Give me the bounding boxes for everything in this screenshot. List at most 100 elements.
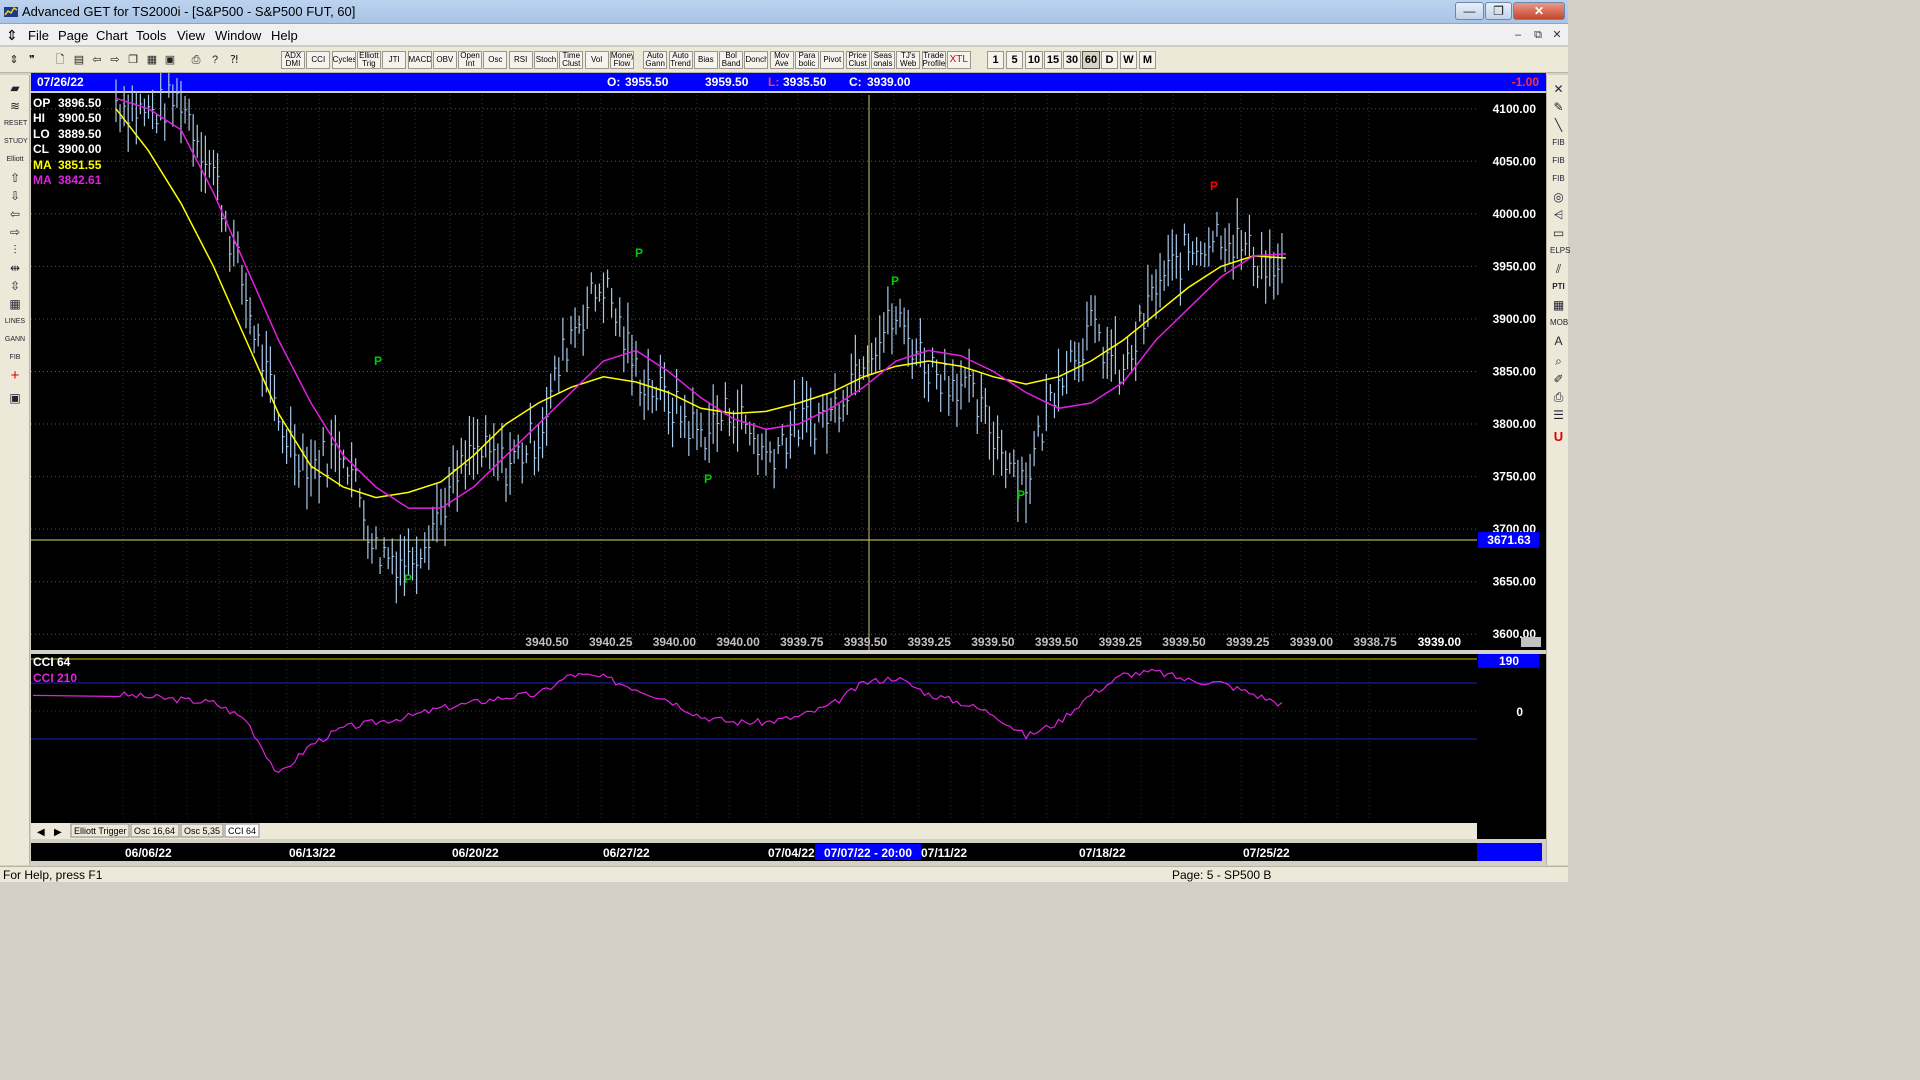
pti-icon[interactable]: PTI xyxy=(1550,279,1567,295)
folder-icon[interactable]: ▰ xyxy=(4,79,26,97)
period-button-1[interactable]: 1 xyxy=(987,51,1004,69)
tab-scroll-right[interactable]: ▶ xyxy=(54,827,62,838)
indicator-button-8[interactable]: Osc xyxy=(483,51,508,69)
reset-icon[interactable]: RESET xyxy=(4,115,27,133)
study-icon[interactable]: STUDY xyxy=(4,133,28,151)
indicator-button-16[interactable]: Bias xyxy=(693,51,718,69)
indicator-button-24[interactable]: TJ's Web xyxy=(896,51,921,69)
indicator-button-13[interactable]: Money Flow xyxy=(609,51,634,69)
period-button-5[interactable]: 5 xyxy=(1006,51,1023,69)
bars-icon[interactable]: ⫶ xyxy=(4,241,26,259)
wave-icon[interactable]: ≋ xyxy=(4,97,26,115)
indicator-button-9[interactable]: RSI xyxy=(508,51,533,69)
fan-icon[interactable]: ⩤ xyxy=(1550,207,1567,223)
indicator-button-19[interactable]: Mov Ave xyxy=(769,51,794,69)
forward-icon[interactable]: ⇨ xyxy=(107,52,123,68)
indicator-button-22[interactable]: Price Clust xyxy=(845,51,870,69)
crosshair-icon[interactable]: + xyxy=(4,367,26,385)
minimize-button[interactable]: — xyxy=(1455,2,1484,20)
elliott-icon[interactable]: Elliott xyxy=(4,151,26,169)
mdi-minimize-button[interactable]: – xyxy=(1510,28,1526,42)
period-button-60[interactable]: 60 xyxy=(1082,51,1100,69)
grid-icon[interactable]: ▦ xyxy=(144,52,160,68)
text-icon[interactable]: A xyxy=(1550,333,1567,349)
arrow-up-icon[interactable]: ⇧ xyxy=(4,169,26,187)
indicator-button-23[interactable]: Seas onals xyxy=(870,51,895,69)
paint-icon[interactable]: ✐ xyxy=(1550,371,1567,387)
indicator-button-11[interactable]: Time Clust xyxy=(559,51,584,69)
indicator-button-17[interactable]: Bol Band xyxy=(719,51,744,69)
mob-icon[interactable]: MOB xyxy=(1550,315,1568,331)
menu-page[interactable]: Page xyxy=(58,28,88,43)
context-help-icon[interactable]: ⁈ xyxy=(226,52,242,68)
indicator-button-14[interactable]: Auto Gann xyxy=(643,51,668,69)
back-icon[interactable]: ⇦ xyxy=(89,52,105,68)
maximize-button[interactable]: ❐ xyxy=(1485,2,1512,20)
fib-icon[interactable]: FIB xyxy=(4,349,26,367)
help-icon[interactable]: ? xyxy=(207,52,223,68)
indicator-button-0[interactable]: ADX DMI xyxy=(281,51,305,69)
list-icon[interactable]: ☰ xyxy=(1550,407,1567,423)
menu-help[interactable]: Help xyxy=(271,28,298,43)
chart-corner-icon[interactable] xyxy=(1521,637,1541,647)
indicator-button-26[interactable]: XTL xyxy=(946,51,971,69)
ellipse-icon[interactable]: ELPS xyxy=(1550,243,1570,259)
cursor-icon[interactable]: ⇕ xyxy=(6,52,22,68)
arrow-right-icon[interactable]: ⇨ xyxy=(4,223,26,241)
indicator-button-21[interactable]: Pivot xyxy=(820,51,845,69)
mdi-restore-button[interactable]: ⧉ xyxy=(1530,28,1546,42)
table-icon[interactable]: ▦ xyxy=(4,295,26,313)
indicator-button-7[interactable]: Open Int xyxy=(458,51,483,69)
close-button[interactable]: ✕ xyxy=(1513,2,1565,20)
fib-ret-icon[interactable]: FIB xyxy=(1550,135,1567,151)
menu-chart[interactable]: Chart xyxy=(96,28,128,43)
fib-ext-icon[interactable]: FIB xyxy=(1550,153,1567,169)
box-icon[interactable]: ▭ xyxy=(1550,225,1567,241)
period-button-30[interactable]: 30 xyxy=(1063,51,1081,69)
zoom-icon[interactable]: ⌕ xyxy=(1550,353,1567,369)
menu-view[interactable]: View xyxy=(177,28,205,43)
chart-area[interactable]: 07/26/22 O: 3955.50 3959.50 L: 3935.50 C… xyxy=(31,73,1546,865)
period-button-10[interactable]: 10 xyxy=(1025,51,1043,69)
menu-window[interactable]: Window xyxy=(215,28,261,43)
copy-icon[interactable]: ❐ xyxy=(125,52,141,68)
compress-icon[interactable]: ⇳ xyxy=(4,277,26,295)
layout-icon[interactable]: ▣ xyxy=(162,52,178,68)
tab-scroll-left[interactable]: ◀ xyxy=(37,827,45,838)
indicator-button-25[interactable]: Trade Profile xyxy=(921,51,946,69)
period-button-15[interactable]: 15 xyxy=(1044,51,1062,69)
fib-time-icon[interactable]: FIB xyxy=(1550,171,1567,187)
indicator-button-15[interactable]: Auto Trend xyxy=(668,51,693,69)
x-icon[interactable]: ✕ xyxy=(1550,81,1567,97)
open-icon[interactable]: ▤ xyxy=(71,52,87,68)
indicator-button-1[interactable]: CCI xyxy=(306,51,331,69)
menu-file[interactable]: File xyxy=(28,28,49,43)
mdi-close-button[interactable]: ✕ xyxy=(1549,28,1565,42)
indicator-button-12[interactable]: Vol xyxy=(584,51,609,69)
arrow-left-icon[interactable]: ⇦ xyxy=(4,205,26,223)
indicator-button-10[interactable]: Stoch xyxy=(534,51,558,69)
indicator-button-6[interactable]: OBV xyxy=(432,51,457,69)
new-page-icon[interactable]: 🗋 xyxy=(52,52,68,68)
menu-tools[interactable]: Tools xyxy=(136,28,166,43)
channel-icon[interactable]: ⫽ xyxy=(1550,261,1567,277)
indicator-button-5[interactable]: MACD xyxy=(407,51,432,69)
gann-icon[interactable]: GANN xyxy=(4,331,26,349)
magnet-icon[interactable]: U xyxy=(1550,429,1567,445)
line-icon[interactable]: ╲ xyxy=(1550,117,1567,133)
quote-icon[interactable]: ❞ xyxy=(24,52,40,68)
indicator-button-3[interactable]: Elliott Trig xyxy=(356,51,381,69)
pencil-icon[interactable]: ✎ xyxy=(1550,99,1567,115)
indicator-button-2[interactable]: Cycles xyxy=(331,51,356,69)
grid2-icon[interactable]: ▦ xyxy=(1550,297,1567,313)
print-icon[interactable]: ⎙ xyxy=(188,52,204,68)
period-button-M[interactable]: M xyxy=(1139,51,1156,69)
expand-icon[interactable]: ⇹ xyxy=(4,259,26,277)
indicator-button-20[interactable]: Para bolic xyxy=(795,51,819,69)
arrow-down-icon[interactable]: ⇩ xyxy=(4,187,26,205)
period-button-D[interactable]: D xyxy=(1101,51,1118,69)
lines-icon[interactable]: LINES xyxy=(4,313,26,331)
save-icon[interactable]: ▣ xyxy=(4,389,26,407)
print2-icon[interactable]: ⎙ xyxy=(1550,389,1567,405)
indicator-button-4[interactable]: JTI xyxy=(382,51,407,69)
